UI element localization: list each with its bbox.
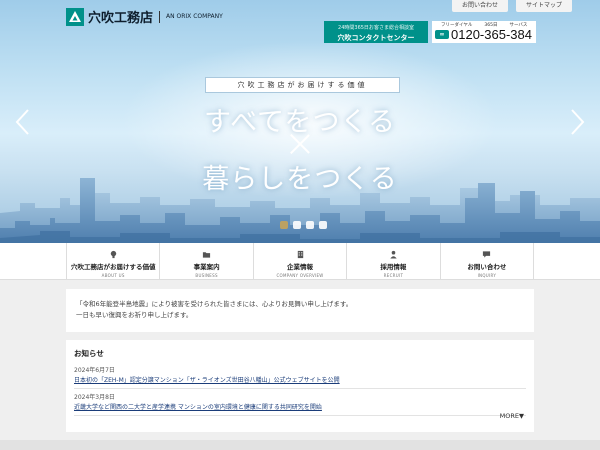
- earthquake-notice: 「令和6年能登半島地震」により被害を受けられた皆さまには、心よりお見舞い申し上げ…: [66, 289, 534, 332]
- logo-name: 穴吹工務店: [88, 11, 154, 26]
- news-date: 2024年3月8日: [74, 394, 115, 401]
- nav-sublabel: COMPANY OVERVIEW: [276, 273, 324, 278]
- footer-strip: [0, 440, 600, 450]
- company-logo[interactable]: 穴吹工務店 AN ORIX COMPANY: [66, 7, 223, 26]
- top-links: お問い合わせ サイトマップ: [451, 0, 572, 12]
- nav-label: 穴吹工務店がお届けする価値: [70, 263, 156, 271]
- folder-icon: [203, 252, 211, 258]
- contact-center-caption: 24時間365日お客さま総合相談室: [338, 25, 414, 31]
- slide-dot-4[interactable]: [319, 221, 327, 229]
- cross-mark-icon: [289, 133, 311, 155]
- slide-dot-1[interactable]: [280, 221, 288, 229]
- hero-tagline: 穴吹工務店がお届けする価値: [205, 77, 400, 93]
- news-section: お知らせ 2024年6月7日 日本初の「ZEH-M」認定分譲マンション「ザ・ライ…: [66, 340, 534, 432]
- nav-label: お問い合わせ: [467, 263, 507, 271]
- nav-sublabel: ABOUT US: [101, 273, 125, 278]
- news-date: 2024年6月7日: [74, 367, 115, 374]
- nav-item-company[interactable]: 企業情報 COMPANY OVERVIEW: [254, 243, 348, 280]
- slide-dot-3[interactable]: [306, 221, 314, 229]
- more-link[interactable]: MORE▼: [500, 412, 524, 420]
- contact-center-label: 穴吹コンタクトセンター: [337, 34, 415, 42]
- news-link[interactable]: 日本初の「ZEH-M」認定分譲マンション「ザ・ライオンズ世田谷八幡山」公式ウェブ…: [74, 375, 526, 389]
- nav-item-inquiry[interactable]: お問い合わせ INQUIRY: [441, 243, 535, 280]
- hero-headline-2: 暮らしをつくる: [202, 164, 398, 195]
- person-icon: [390, 250, 397, 259]
- chat-icon: [483, 251, 491, 258]
- chevron-left-icon[interactable]: [14, 108, 30, 136]
- building-icon: [297, 250, 303, 259]
- freedial-box[interactable]: フリーダイヤル 365日 サーバス ∞ 0120-365-384: [432, 21, 536, 43]
- notice-line-2: 一日も早い復興をお祈り申し上げます。: [76, 311, 193, 319]
- logo-mark-icon: [66, 7, 84, 26]
- lightbulb-icon: [110, 250, 116, 259]
- top-link-inquiry[interactable]: お問い合わせ: [451, 0, 508, 12]
- nav-label: 企業情報: [287, 263, 314, 271]
- logo-subtitle: AN ORIX COMPANY: [166, 13, 223, 20]
- freedial-icon: ∞: [435, 30, 449, 39]
- freedial-number: 0120-365-384: [451, 27, 532, 42]
- nav-sublabel: INQUIRY: [477, 273, 497, 278]
- hero-banner: 穴吹工務店 AN ORIX COMPANY お問い合わせ サイトマップ 24時間…: [0, 0, 600, 243]
- news-title: お知らせ: [74, 349, 104, 358]
- logo-divider: [159, 10, 161, 23]
- nav-item-business[interactable]: 事業案内 BUSINESS: [160, 243, 254, 280]
- nav-label: 採用情報: [380, 263, 407, 271]
- page: 穴吹工務店 AN ORIX COMPANY お問い合わせ サイトマップ 24時間…: [0, 0, 600, 450]
- chevron-right-icon[interactable]: [570, 108, 586, 136]
- nav-item-recruit[interactable]: 採用情報 RECRUIT: [347, 243, 441, 280]
- slide-indicators: [280, 221, 327, 229]
- notice-line-1: 「令和6年能登半島地震」により被害を受けられた皆さまには、心よりお見舞い申し上げ…: [76, 300, 353, 308]
- top-link-sitemap[interactable]: サイトマップ: [515, 0, 572, 12]
- news-link[interactable]: 近畿大学など関西の二大学と産学連携 マンションの室内環境と健康に関する共同研究を…: [74, 402, 526, 416]
- contact-center-button[interactable]: 24時間365日お客さま総合相談室 穴吹コンタクトセンター: [324, 21, 428, 43]
- nav-sublabel: BUSINESS: [195, 273, 218, 278]
- nav-item-about[interactable]: 穴吹工務店がお届けする価値 ABOUT US: [67, 243, 161, 280]
- nav-label: 事業案内: [193, 263, 220, 271]
- nav-sublabel: RECRUIT: [383, 273, 404, 278]
- slide-dot-2[interactable]: [293, 221, 301, 229]
- main-nav: 穴吹工務店がお届けする価値 ABOUT US 事業案内 BUSINESS 企業情…: [0, 243, 600, 280]
